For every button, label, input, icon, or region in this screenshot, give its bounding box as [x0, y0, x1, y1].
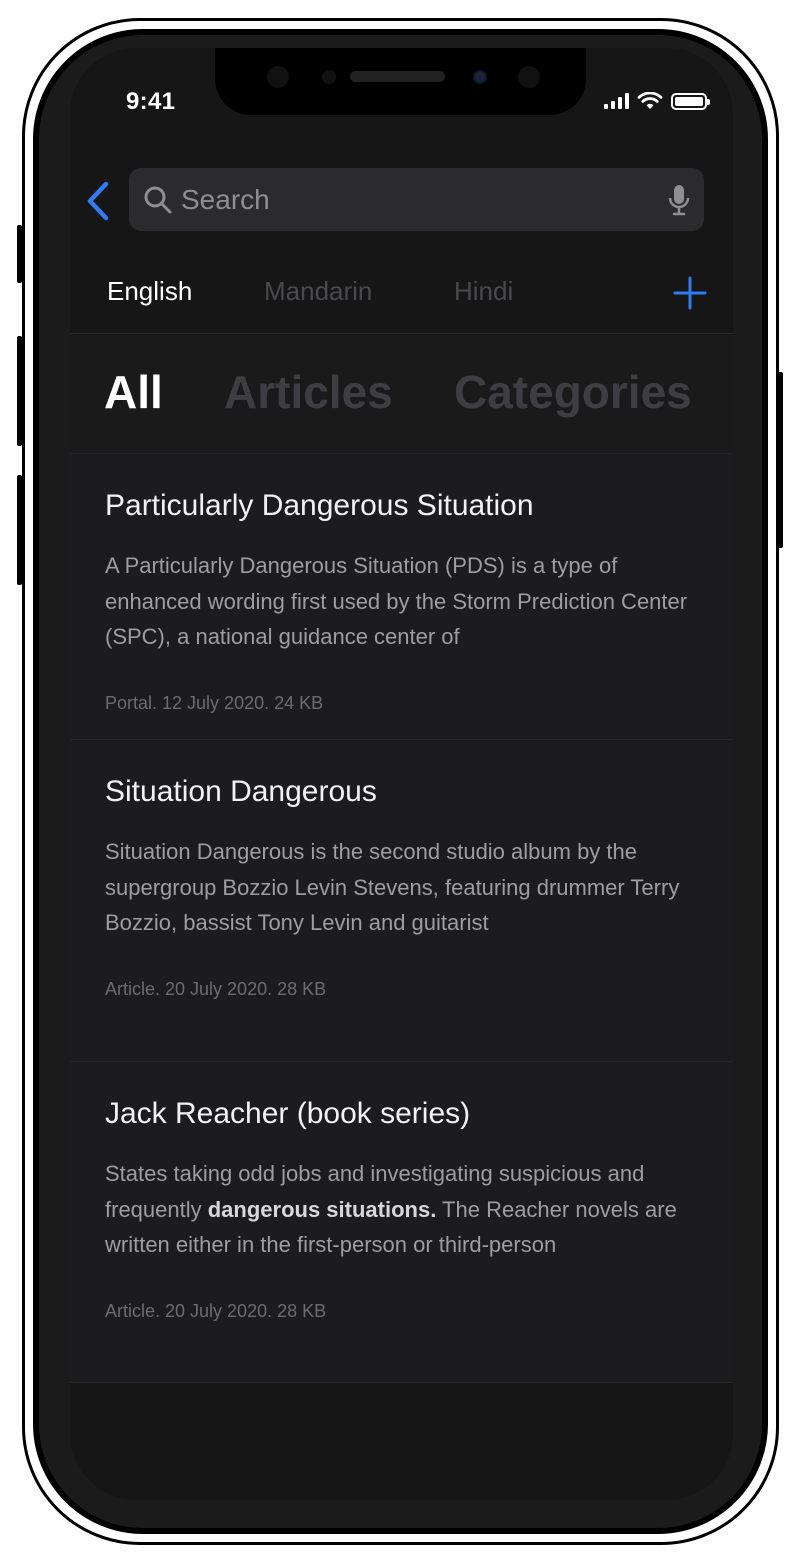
- result-meta: Article. 20 July 2020. 28 KB: [105, 978, 327, 999]
- volume-up-button: [17, 336, 22, 446]
- volume-down-button: [17, 475, 22, 585]
- search-bar[interactable]: [129, 168, 704, 231]
- signal-icon: [604, 93, 629, 109]
- result-card[interactable]: Particularly Dangerous Situation A Parti…: [70, 453, 733, 739]
- result-title[interactable]: Jack Reacher (book series): [105, 1094, 698, 1134]
- power-button: [778, 372, 783, 548]
- snippet-highlight: dangerous situations.: [207, 1196, 437, 1222]
- plus-icon[interactable]: [673, 276, 707, 310]
- result-snippet: A Particularly Dangerous Situation (PDS)…: [105, 553, 688, 649]
- battery-icon: [671, 92, 710, 110]
- mic-icon[interactable]: [668, 184, 690, 216]
- back-chevron-icon[interactable]: [84, 180, 114, 222]
- notch: [215, 48, 586, 115]
- sensor: [518, 66, 540, 88]
- result-meta: Portal. 12 July 2020. 24 KB: [105, 692, 324, 713]
- result-snippet: States taking odd jobs and investigating…: [105, 1156, 698, 1263]
- result-card[interactable]: Situation Dangerous Situation Dangerous …: [70, 739, 733, 1061]
- search-input[interactable]: [181, 168, 651, 231]
- speaker: [350, 71, 445, 82]
- sensor: [322, 70, 336, 84]
- tab-all[interactable]: All: [104, 365, 163, 419]
- front-camera: [473, 70, 487, 84]
- tab-categories[interactable]: Categories: [454, 365, 692, 419]
- search-icon: [144, 186, 172, 214]
- result-title[interactable]: Particularly Dangerous Situation: [105, 486, 698, 526]
- screen: 9:41 English Mandarin Hindi: [70, 48, 733, 1500]
- sensor: [267, 66, 289, 88]
- tab-mandarin[interactable]: Mandarin: [264, 276, 372, 307]
- status-time: 9:41: [126, 88, 176, 115]
- language-tabs: English Mandarin Hindi: [70, 268, 733, 334]
- result-snippet: Situation Dangerous is the second studio…: [105, 839, 680, 935]
- mute-switch: [17, 225, 22, 283]
- wifi-icon: [637, 92, 663, 109]
- tab-hindi[interactable]: Hindi: [454, 276, 513, 307]
- result-meta: Article. 20 July 2020. 28 KB: [105, 1300, 327, 1321]
- tab-english[interactable]: English: [107, 276, 192, 307]
- section-tabs: All Articles Categories: [70, 335, 733, 453]
- status-icons: [604, 92, 710, 110]
- tab-articles[interactable]: Articles: [224, 365, 393, 419]
- results-list: Particularly Dangerous Situation A Parti…: [70, 453, 733, 1383]
- result-card[interactable]: Jack Reacher (book series) States taking…: [70, 1061, 733, 1383]
- result-title[interactable]: Situation Dangerous: [105, 772, 698, 812]
